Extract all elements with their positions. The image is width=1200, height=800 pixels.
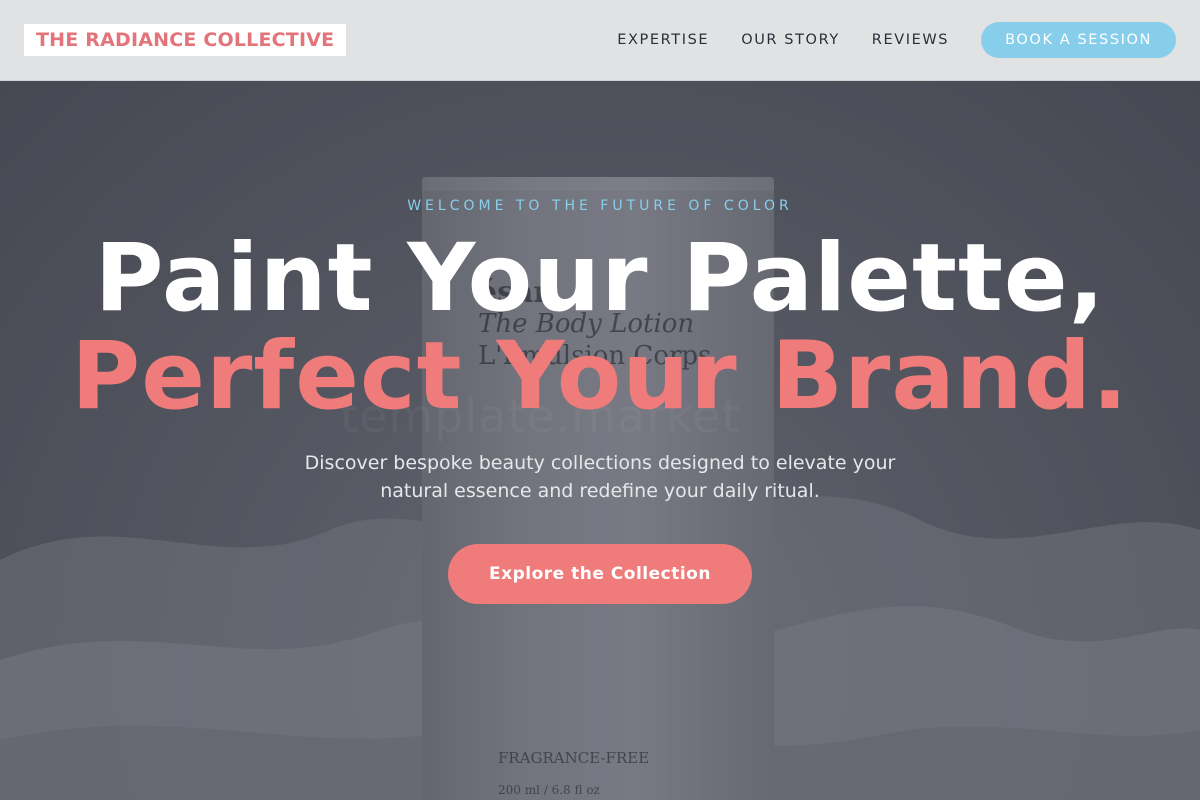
book-session-button[interactable]: BOOK A SESSION <box>981 22 1176 58</box>
brand-logo[interactable]: THE RADIANCE COLLECTIVE <box>24 24 347 56</box>
hero-headline-accent: Perfect Your Brand. <box>71 322 1129 431</box>
hero-headline: Paint Your Palette, <box>94 224 1106 333</box>
nav-expertise[interactable]: EXPERTISE <box>617 32 709 48</box>
hero-section: ésar The Body Lotion L'Emulsion Corps te… <box>0 81 1200 800</box>
hero-content: WELCOME TO THE FUTURE OF COLOR Paint You… <box>0 81 1200 800</box>
nav-reviews[interactable]: REVIEWS <box>872 32 949 48</box>
explore-collection-button[interactable]: Explore the Collection <box>448 544 752 604</box>
site-header: THE RADIANCE COLLECTIVE EXPERTISE OUR ST… <box>0 0 1200 81</box>
nav-our-story[interactable]: OUR STORY <box>741 32 840 48</box>
main-nav: EXPERTISE OUR STORY REVIEWS BOOK A SESSI… <box>617 22 1176 58</box>
hero-subtext: Discover bespoke beauty collections desi… <box>304 452 896 502</box>
hero-eyebrow: WELCOME TO THE FUTURE OF COLOR <box>407 198 793 214</box>
